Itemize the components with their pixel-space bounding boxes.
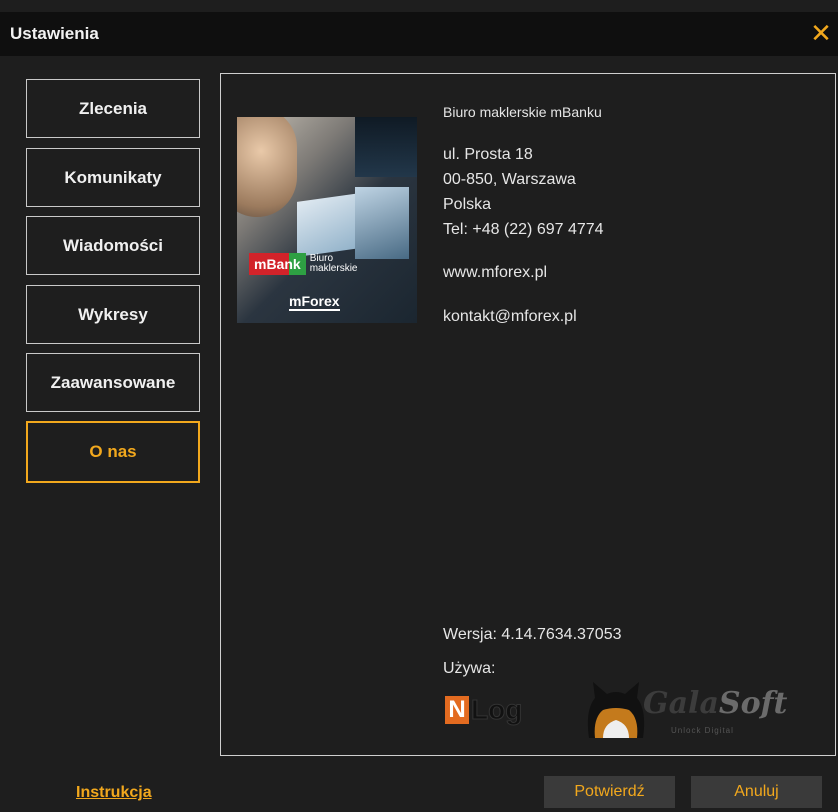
title-bar: Ustawienia ✕ — [0, 12, 838, 56]
nav-item-wiadomosci[interactable]: Wiadomości — [26, 216, 200, 275]
address-street: ul. Prosta 18 — [443, 146, 533, 163]
nav-item-zaawansowane[interactable]: Zaawansowane — [26, 353, 200, 412]
email-link[interactable]: kontakt@mforex.pl — [443, 308, 577, 326]
cancel-button[interactable]: Anuluj — [691, 776, 822, 808]
window-title: Ustawienia — [10, 24, 99, 43]
nav-item-zlecenia[interactable]: Zlecenia — [26, 79, 200, 138]
nav-item-o-nas[interactable]: O nas — [26, 421, 200, 483]
mbank-logo: mBank Biuro maklerskie — [249, 253, 357, 275]
cat-icon — [587, 682, 645, 738]
version-text: Wersja: 4.14.7634.37053 — [443, 626, 622, 643]
company-name: Biuro maklerskie mBanku — [443, 104, 602, 120]
galasoft-logo: GalaSoft Unlock Digital — [581, 680, 791, 742]
close-icon[interactable]: ✕ — [808, 18, 834, 48]
mforex-logo: mForex — [289, 293, 340, 311]
confirm-button[interactable]: Potwierdź — [544, 776, 675, 808]
phone-number: Tel: +48 (22) 697 4774 — [443, 221, 604, 238]
nav-item-komunikaty[interactable]: Komunikaty — [26, 148, 200, 207]
nlog-logo: N Log — [445, 694, 523, 726]
about-panel: mBank Biuro maklerskie mForex Biuro makl… — [220, 73, 836, 756]
address-country: Polska — [443, 196, 492, 213]
website-link[interactable]: www.mforex.pl — [443, 264, 547, 282]
nav-item-wykresy[interactable]: Wykresy — [26, 285, 200, 344]
address-postal: 00-850, Warszawa — [443, 171, 576, 188]
instructions-link[interactable]: Instrukcja — [76, 784, 152, 802]
mforex-promo-image: mBank Biuro maklerskie mForex — [237, 117, 417, 323]
uses-label: Używa: — [443, 660, 496, 677]
